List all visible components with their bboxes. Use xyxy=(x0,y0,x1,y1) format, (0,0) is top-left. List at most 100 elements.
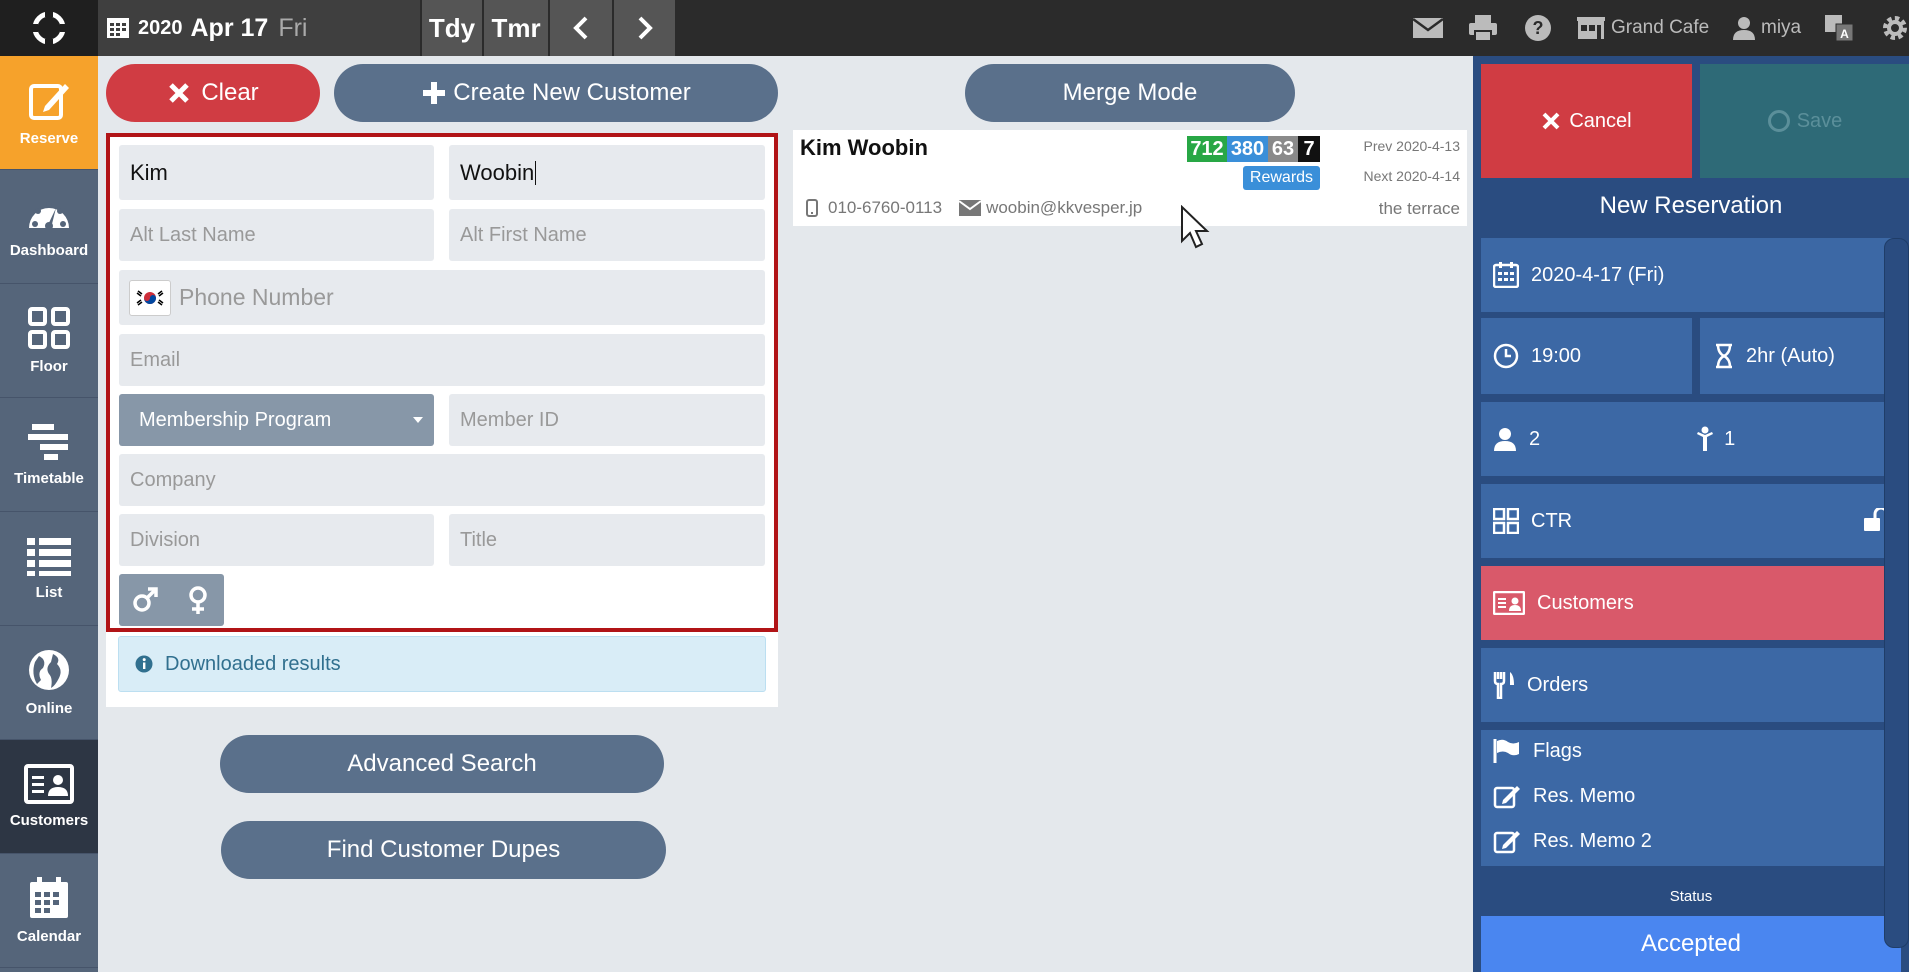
customer-email: woobin@kkvesper.jp xyxy=(986,198,1143,217)
table-value: CTR xyxy=(1531,509,1573,532)
status-label: Status xyxy=(1669,888,1713,905)
info-icon xyxy=(135,655,153,673)
mail-icon[interactable] xyxy=(1412,14,1444,42)
help-icon[interactable]: ? xyxy=(1524,14,1552,42)
utensils-icon xyxy=(1493,672,1514,699)
top-bar: 2020 Apr 17 Fri Tdy Tmr ? Grand Cafe miy… xyxy=(0,0,1909,56)
orders-section[interactable]: Orders xyxy=(1481,648,1901,722)
id-card-icon xyxy=(24,764,74,804)
find-dupes-button[interactable]: Find Customer Dupes xyxy=(221,821,666,879)
date-monthday: Apr 17 xyxy=(190,13,269,42)
prev-day-button[interactable] xyxy=(548,0,612,56)
sidebar-item-label: Timetable xyxy=(14,470,84,487)
info-text: Downloaded results xyxy=(165,652,341,675)
sidebar-item-label: List xyxy=(35,584,63,601)
form-highlight-frame xyxy=(106,133,778,632)
today-button[interactable]: Tdy xyxy=(420,0,482,56)
chevron-right-icon xyxy=(638,16,653,40)
merge-mode-button[interactable]: Merge Mode xyxy=(965,64,1295,122)
duration-value: 2hr (Auto) xyxy=(1746,344,1835,367)
next-day-button[interactable] xyxy=(612,0,675,56)
count-badge: 63 xyxy=(1268,136,1298,162)
envelope-icon xyxy=(958,200,982,216)
save-button[interactable]: Save xyxy=(1700,64,1909,178)
sidebar-item-dashboard[interactable]: Dashboard xyxy=(0,170,98,284)
customer-contact: 010-6760-0113 woobin@kkvesper.jp xyxy=(806,198,1142,218)
close-icon xyxy=(169,83,190,103)
panel-title: New Reservation xyxy=(1599,192,1783,219)
chevron-left-icon xyxy=(573,16,588,40)
sidebar-item-customers[interactable]: Customers xyxy=(0,740,98,854)
sidebar-item-calendar[interactable]: Calendar xyxy=(0,854,98,968)
user-menu[interactable]: miya xyxy=(1733,14,1801,42)
calendar-icon xyxy=(30,877,68,918)
app-logo[interactable] xyxy=(0,0,98,56)
visit-count-badge: 712 xyxy=(1187,136,1227,162)
customers-section[interactable]: Customers xyxy=(1481,566,1901,640)
reservation-date[interactable]: 2020-4-17 (Fri) xyxy=(1481,238,1901,312)
clear-button[interactable]: Clear xyxy=(106,64,320,122)
date-weekday: Fri xyxy=(278,13,308,42)
party-size[interactable]: 2 1 xyxy=(1481,402,1901,476)
customers-label: Customers xyxy=(1537,591,1634,614)
flag-icon xyxy=(1493,739,1519,763)
time-value: 19:00 xyxy=(1531,344,1582,367)
sidebar-item-timetable[interactable]: Timetable xyxy=(0,398,98,512)
cancel-button[interactable]: Cancel xyxy=(1481,64,1692,178)
save-label: Save xyxy=(1796,109,1843,132)
hourglass-icon xyxy=(1716,343,1732,369)
next-visit: Next 2020-4-14 xyxy=(1363,168,1460,184)
create-customer-label: Create New Customer xyxy=(453,79,691,106)
language-icon[interactable]: A xyxy=(1824,14,1854,42)
sidebar-item-reserve[interactable]: Reserve xyxy=(0,56,98,170)
res-memo-2-row[interactable]: Res. Memo 2 xyxy=(1493,828,1652,854)
date-picker[interactable]: 2020 Apr 17 Fri xyxy=(98,0,420,56)
plus-icon xyxy=(423,82,446,104)
edit-icon xyxy=(1493,786,1520,809)
flags-label: Flags xyxy=(1533,739,1582,762)
sidebar-item-list[interactable]: List xyxy=(0,512,98,626)
cancel-label: Cancel xyxy=(1569,109,1632,132)
table-selector[interactable]: CTR xyxy=(1481,484,1901,558)
sidebar-item-label: Reserve xyxy=(19,130,79,147)
clear-button-label: Clear xyxy=(201,79,259,106)
panel-scrollbar[interactable] xyxy=(1884,238,1909,948)
restaurant-selector[interactable]: Grand Cafe xyxy=(1577,14,1709,42)
customer-phone: 010-6760-0113 xyxy=(828,198,943,217)
id-card-icon xyxy=(1493,591,1525,615)
sidebar-item-floor[interactable]: Floor xyxy=(0,284,98,398)
sidebar-item-label: Customers xyxy=(9,812,89,829)
status-button[interactable]: Accepted xyxy=(1481,916,1901,972)
sidebar-item-label: Dashboard xyxy=(9,242,89,259)
close-icon xyxy=(1542,112,1560,130)
calendar-icon xyxy=(1493,262,1519,288)
reservation-duration[interactable]: 2hr (Auto) xyxy=(1700,318,1901,394)
memo1-label: Res. Memo xyxy=(1533,784,1636,807)
customer-area: the terrace xyxy=(1378,199,1460,218)
list-icon xyxy=(27,538,71,576)
circle-icon xyxy=(1767,110,1790,132)
points-badge: 380 xyxy=(1227,136,1268,162)
person-icon xyxy=(1494,428,1516,451)
res-memo-row[interactable]: Res. Memo xyxy=(1493,783,1635,809)
children-count: 1 xyxy=(1724,427,1736,450)
grid-icon xyxy=(1493,508,1519,534)
settings-gear-icon[interactable] xyxy=(1881,14,1909,42)
globe-icon xyxy=(29,650,69,690)
phone-icon xyxy=(806,199,818,217)
svg-text:A: A xyxy=(1840,27,1849,41)
gauge-icon xyxy=(29,201,69,230)
print-icon[interactable] xyxy=(1468,14,1498,42)
adults-count: 2 xyxy=(1529,427,1541,450)
create-customer-button[interactable]: Create New Customer xyxy=(334,64,778,122)
tomorrow-button[interactable]: Tmr xyxy=(482,0,548,56)
user-name: miya xyxy=(1761,17,1802,38)
svg-text:?: ? xyxy=(1533,18,1544,38)
reservation-time[interactable]: 19:00 xyxy=(1481,318,1692,394)
flags-row[interactable]: Flags xyxy=(1493,738,1582,764)
sidebar-item-label: Floor xyxy=(30,358,68,375)
info-alert: Downloaded results xyxy=(118,636,766,692)
sidebar-item-online[interactable]: Online xyxy=(0,626,98,740)
sidebar: Reserve Dashboard Floor Timetable List O… xyxy=(0,56,98,972)
advanced-search-button[interactable]: Advanced Search xyxy=(220,735,664,793)
